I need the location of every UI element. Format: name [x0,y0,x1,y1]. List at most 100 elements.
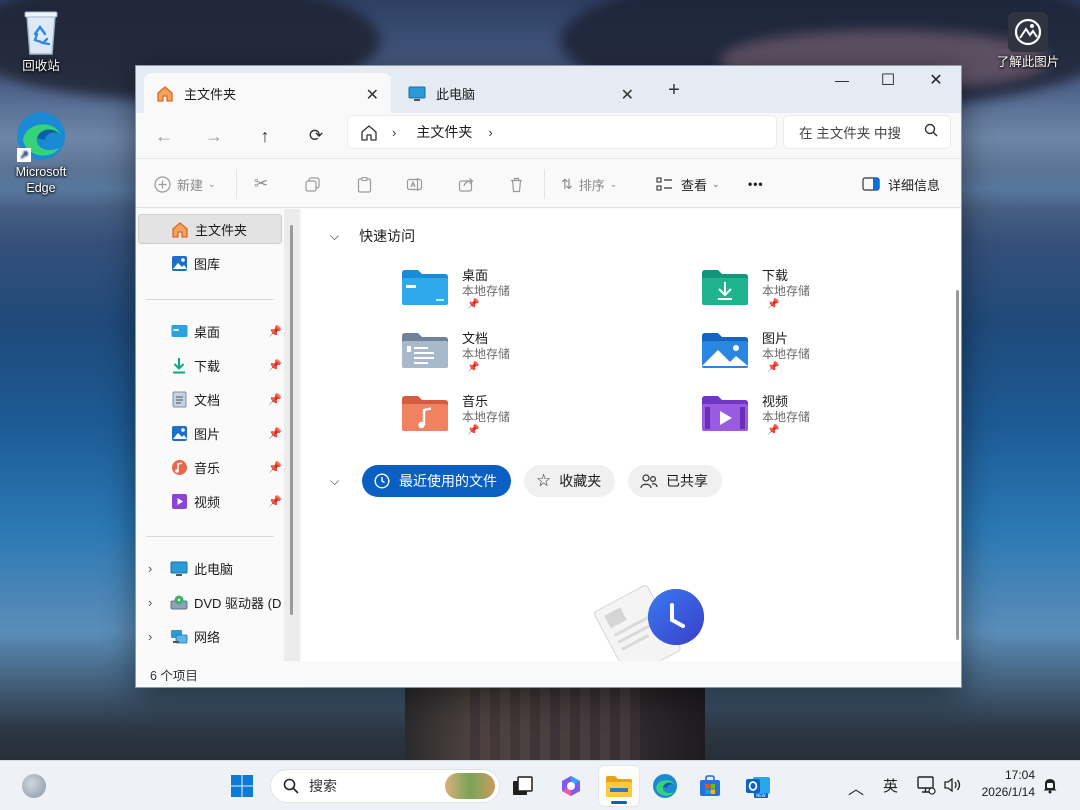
copy-button[interactable] [304,159,321,209]
tab-favorites[interactable]: ☆ 收藏夹 [524,465,616,497]
maximize-button[interactable]: ☐ [864,66,912,96]
up-button[interactable]: ↑ [249,121,281,151]
desktop-recycle-bin[interactable]: 回收站 [1,8,81,74]
clock-date[interactable]: 2026/1/14 [972,785,1035,799]
quick-access-header[interactable]: ⌵ 快速访问 [330,226,415,246]
task-view-button[interactable] [503,766,543,806]
sidebar-item-label: 音乐 [194,460,221,476]
rename-button[interactable] [406,159,423,209]
desktop-spotlight[interactable]: 了解此图片 [988,12,1068,70]
breadcrumb-home[interactable]: 主文件夹 [416,122,472,142]
ime-indicator[interactable]: 英 [883,775,898,796]
outlook-taskbar[interactable]: NEW [738,766,778,806]
item-count: 6 个项目 [150,669,198,683]
tab-shared[interactable]: 已共享 [628,465,722,497]
edge-taskbar[interactable] [645,766,685,806]
pin-icon[interactable]: 📌 [268,495,282,508]
copilot-button[interactable] [551,766,591,806]
taskbar-search[interactable]: 搜索 [270,769,500,803]
close-button[interactable]: ✕ [912,66,960,96]
search-input[interactable]: 在 主文件夹 中搜 [784,116,950,148]
tab-this-pc[interactable]: 此电脑 ✕ [396,73,646,113]
chevron-down-icon: ⌄ [609,178,618,189]
plus-circle-icon [154,175,171,193]
quick-access-videos[interactable]: 视频 本地存储 📌 [702,391,922,451]
store-icon [698,774,722,798]
sort-button[interactable]: ⇅ 排序 ⌄ [561,159,617,209]
file-explorer-taskbar[interactable] [599,766,639,806]
volume-icon[interactable] [942,775,962,795]
new-button[interactable]: 新建 ⌄ [154,159,216,209]
copilot-icon [559,774,583,798]
content-scrollbar[interactable] [956,290,959,640]
view-button[interactable]: 查看 ⌄ [656,159,720,209]
pin-icon: 📌 [467,299,480,310]
tab-recent-files[interactable]: 最近使用的文件 [362,465,511,497]
sidebar-item-dvd[interactable]: › DVD 驱动器 (D [138,587,284,617]
sidebar-item-network[interactable]: › 网络 [138,621,282,651]
pin-icon[interactable]: 📌 [268,461,282,474]
sidebar-item-videos[interactable]: 视频 📌 [138,486,282,516]
pin-icon[interactable]: 📌 [268,427,282,440]
recent-header[interactable]: ⌵ [330,474,339,489]
address-bar[interactable]: › 主文件夹 › [348,116,776,148]
sidebar-item-desktop[interactable]: 桌面 📌 [138,316,282,346]
more-options-button[interactable]: ••• [748,159,764,209]
chevron-down-icon[interactable]: ⌵ [330,474,339,489]
tab-close-button[interactable]: ✕ [366,85,379,105]
chevron-right-icon[interactable]: › [488,125,492,140]
pin-icon[interactable]: 📌 [268,325,282,338]
new-tab-button[interactable]: + [658,78,690,104]
sidebar-item-label: 此电脑 [194,561,234,577]
download-folder-icon [702,270,748,305]
show-hidden-icons-button[interactable]: ︿ [848,775,864,799]
chevron-right-icon[interactable]: › [148,561,152,576]
weather-icon [22,774,46,798]
desktop-edge[interactable]: ↗ Microsoft Edge [1,110,81,196]
chevron-down-icon[interactable]: ⌵ [330,229,339,244]
clock-time[interactable]: 17:04 [992,768,1035,782]
cut-button[interactable]: ✂ [254,159,268,209]
widgets-button[interactable] [14,766,54,806]
refresh-button[interactable]: ⟳ [300,121,332,151]
chevron-right-icon[interactable]: › [148,629,152,644]
sidebar-scrollbar[interactable] [284,209,300,661]
forward-button[interactable]: → [198,121,230,151]
desktop-folder-icon [402,270,448,305]
tab-home[interactable]: 主文件夹 ✕ [144,73,391,113]
sidebar-item-music[interactable]: 音乐 📌 [138,452,282,482]
sidebar-scrollbar-thumb[interactable] [290,225,293,615]
minimize-button[interactable]: — [818,66,866,96]
notification-bell-icon[interactable] [1040,775,1060,795]
quick-access-music[interactable]: 音乐 本地存储 📌 [402,391,622,451]
sidebar-item-documents[interactable]: 文档 📌 [138,384,282,414]
chevron-right-icon[interactable]: › [392,125,396,140]
tab-close-button[interactable]: ✕ [621,85,634,105]
paste-button[interactable] [356,159,373,209]
search-icon[interactable] [924,123,938,137]
back-button[interactable]: ← [148,121,180,151]
monitor-icon [408,85,426,102]
video-folder-icon [702,396,748,431]
chevron-right-icon[interactable]: › [148,595,152,610]
start-button[interactable] [222,766,262,806]
delete-button[interactable] [508,159,525,209]
sidebar-item-gallery[interactable]: 图库 [138,248,282,278]
sort-icon: ⇅ [561,175,573,192]
quick-access-pictures[interactable]: 图片 本地存储 📌 [702,328,922,388]
quick-access-downloads[interactable]: 下载 本地存储 📌 [702,265,922,325]
pin-icon[interactable]: 📌 [268,359,282,372]
details-pane-button[interactable]: 详细信息 [862,159,940,209]
sidebar-item-this-pc[interactable]: › 此电脑 [138,553,282,583]
title-bar[interactable]: 主文件夹 ✕ 此电脑 ✕ + — ☐ ✕ [136,66,961,113]
network-status-icon[interactable] [916,775,936,795]
quick-access-desktop[interactable]: 桌面 本地存储 📌 [402,265,622,325]
quick-access-documents[interactable]: 文档 本地存储 📌 [402,328,622,388]
sidebar-item-pictures[interactable]: 图片 📌 [138,418,282,448]
pin-icon[interactable]: 📌 [268,393,282,406]
store-taskbar[interactable] [690,766,730,806]
sidebar-item-home[interactable]: 主文件夹 [138,214,282,244]
sidebar-item-downloads[interactable]: 下载 📌 [138,350,282,380]
recycle-bin-label: 回收站 [22,59,60,73]
share-button[interactable] [458,159,475,209]
